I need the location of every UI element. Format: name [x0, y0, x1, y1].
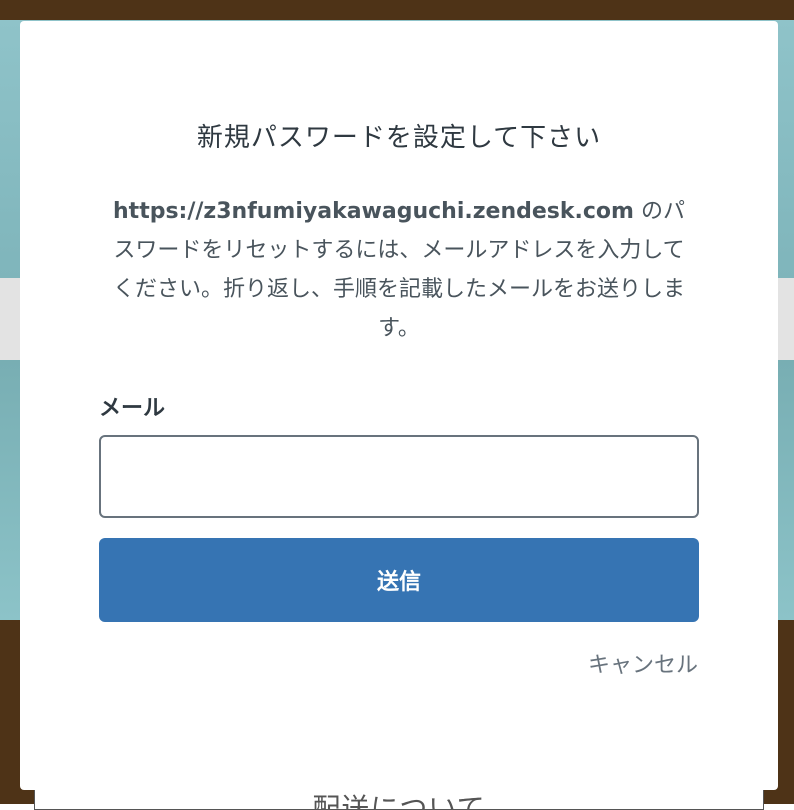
modal-title: 新規パスワードを設定して下さい	[196, 123, 602, 153]
cancel-link[interactable]: キャンセル	[588, 647, 698, 679]
email-label: メール	[99, 396, 166, 421]
submit-button[interactable]: 送信	[99, 538, 699, 622]
site-url: https://z3nfumiyakawaguchi.zendesk.com	[113, 199, 634, 224]
background-card-title: 配送について	[312, 792, 486, 810]
password-reset-modal: 新規パスワードを設定して下さい https://z3nfumiyakawaguc…	[20, 21, 778, 790]
email-input[interactable]	[99, 435, 699, 518]
modal-description: https://z3nfumiyakawaguchi.zendesk.com の…	[108, 192, 690, 348]
